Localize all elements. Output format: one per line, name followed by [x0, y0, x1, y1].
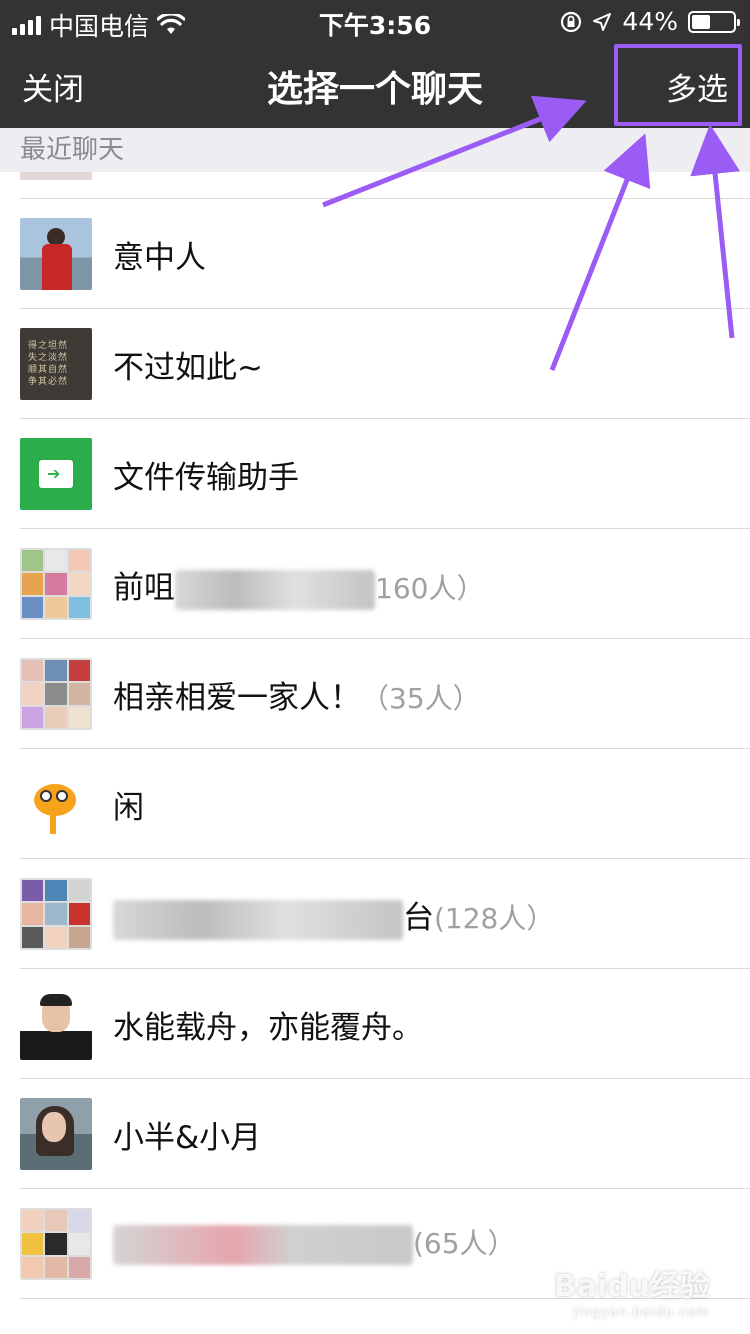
- chat-name: 前咀 160人）: [113, 562, 484, 610]
- avatar-text: 得之坦然: [28, 341, 69, 351]
- location-icon: [593, 12, 612, 31]
- watermark: Baidu经验 jingyan.baidu.com: [554, 1261, 710, 1320]
- chat-name: 文件传输助手: [113, 460, 299, 496]
- avatar: [20, 988, 92, 1060]
- chat-row-2[interactable]: 得之坦然 失之淡然 顺其自然 争其必然 不过如此~: [20, 309, 750, 419]
- page-title: 选择一个聊天: [266, 69, 483, 110]
- chat-name: 水能载舟，亦能覆舟。: [113, 1010, 423, 1046]
- section-header: 最近聊天: [0, 128, 750, 172]
- chat-row-5[interactable]: 相亲相爱一家人！（35人）: [20, 639, 750, 749]
- avatar-text: 争其必然: [28, 377, 69, 387]
- chat-row-4[interactable]: 前咀 160人）: [20, 529, 750, 639]
- chat-name: (65人）: [113, 1222, 516, 1265]
- orientation-lock-icon: [561, 11, 582, 32]
- avatar: [20, 218, 92, 290]
- avatar: [20, 1208, 92, 1280]
- chat-row-9[interactable]: 小半&小月: [20, 1079, 750, 1189]
- avatar-text: 顺其自然: [28, 365, 69, 375]
- file-transfer-icon: ➔: [20, 438, 92, 510]
- status-bar: 中国电信 下午3:56 44%: [0, 0, 750, 42]
- avatar-text: 失之淡然: [28, 353, 69, 363]
- chat-name: 台(128人）: [113, 892, 554, 940]
- avatar: [20, 768, 92, 840]
- avatar: [20, 878, 92, 950]
- avatar: [20, 658, 92, 730]
- chat-name: 小半&小月: [113, 1120, 262, 1156]
- avatar: [20, 548, 92, 620]
- chat-name: 意中人: [113, 240, 206, 276]
- chat-row-7[interactable]: 台(128人）: [20, 859, 750, 969]
- top-bar: 中国电信 下午3:56 44% 关闭 选择一个聊天 多选: [0, 0, 750, 128]
- chat-name: 相亲相爱一家人！（35人）: [113, 680, 481, 716]
- navigation-bar: 关闭 选择一个聊天 多选: [0, 42, 750, 128]
- list-item-partial[interactable]: [20, 172, 750, 199]
- chat-row-3[interactable]: ➔ 文件传输助手: [20, 419, 750, 529]
- chat-row-8[interactable]: 水能载舟，亦能覆舟。: [20, 969, 750, 1079]
- watermark-url: jingyan.baidu.com: [573, 1305, 710, 1320]
- watermark-brand: Baidu经验: [553, 1269, 710, 1304]
- battery-percent: 44%: [622, 7, 678, 36]
- chat-name: 闲: [113, 790, 144, 826]
- multi-select-button[interactable]: 多选: [666, 64, 728, 109]
- chat-row-1[interactable]: 意中人: [20, 199, 750, 309]
- chat-row-6[interactable]: 闲: [20, 749, 750, 859]
- avatar: 得之坦然 失之淡然 顺其自然 争其必然: [20, 328, 92, 400]
- chat-name: 不过如此~: [113, 350, 263, 386]
- chat-list: 意中人 得之坦然 失之淡然 顺其自然 争其必然 不过如此~ ➔ 文件传输助手 前…: [0, 172, 750, 1299]
- avatar: [20, 1098, 92, 1170]
- battery-icon: [688, 10, 740, 33]
